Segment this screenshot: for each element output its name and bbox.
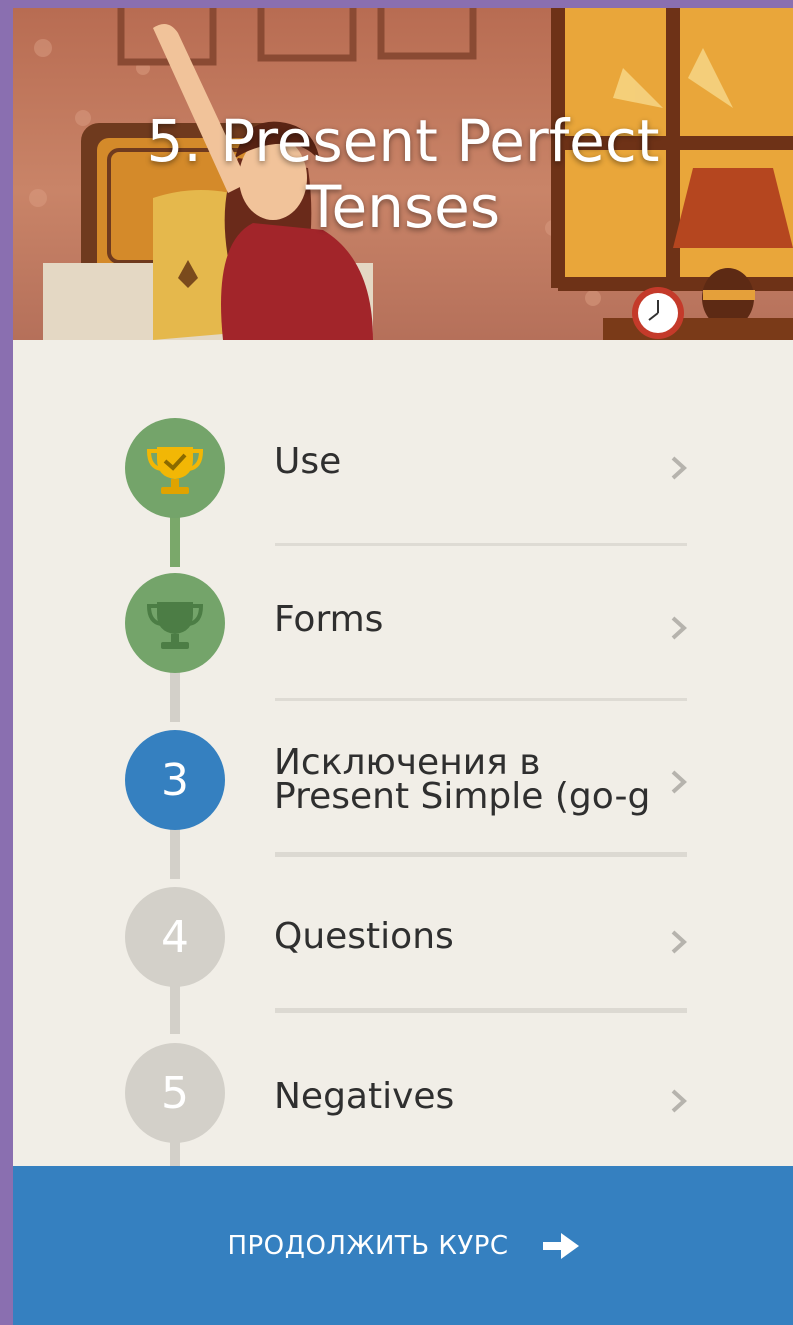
course-title-line1: 5. Present Perfect — [146, 107, 660, 175]
trophy-green-icon — [146, 602, 204, 649]
chevron-right-icon — [671, 770, 687, 794]
course-hero: 5. Present Perfect Tenses — [13, 8, 793, 340]
arrow-right-icon — [542, 1232, 579, 1259]
lesson-step-number: 3 — [161, 754, 189, 806]
lesson-step-2-badge — [125, 573, 225, 673]
lesson-step-4-badge: 4 — [125, 887, 225, 987]
lesson-row-forms[interactable]: Forms — [13, 545, 793, 701]
trophy-gold-check-icon — [146, 447, 204, 494]
lesson-label-line1: Исключения в — [274, 742, 541, 783]
lesson-step-number: 4 — [161, 911, 189, 963]
lesson-row-exceptions[interactable]: 3 Исключения в Present Simple (go-g — [13, 700, 793, 856]
chevron-right-icon — [671, 456, 687, 480]
continue-course-button[interactable]: ПРОДОЛЖИТЬ КУРС — [13, 1166, 793, 1325]
lesson-label: Исключения в Present Simple (go-g — [274, 742, 654, 817]
lesson-step-5-badge: 5 — [125, 1043, 225, 1143]
lesson-row-negatives[interactable]: 5 Negatives — [13, 1013, 793, 1169]
lesson-label-line2: Present Simple (go-g — [274, 776, 651, 817]
course-title: 5. Present Perfect Tenses — [13, 108, 793, 240]
course-title-line2: Tenses — [305, 173, 501, 241]
lesson-row-questions[interactable]: 4 Questions — [13, 857, 793, 1013]
chevron-right-icon — [671, 1089, 687, 1113]
chevron-right-icon — [671, 616, 687, 640]
lesson-label: Forms — [274, 599, 384, 640]
continue-course-label: ПРОДОЛЖИТЬ КУРС — [227, 1230, 509, 1261]
lesson-row-use[interactable]: Use — [13, 390, 793, 546]
lesson-list: Use Forms 3 Исключения в Present Simple … — [13, 340, 793, 1166]
lesson-step-number: 5 — [161, 1067, 189, 1119]
chevron-right-icon — [671, 930, 687, 954]
lesson-label: Questions — [274, 916, 454, 957]
lesson-step-1-badge — [125, 418, 225, 518]
lesson-step-3-badge: 3 — [125, 730, 225, 830]
lesson-label: Use — [274, 441, 342, 482]
app-frame: 5. Present Perfect Tenses Use Forms 3 Ис… — [13, 8, 793, 1325]
lesson-label: Negatives — [274, 1076, 455, 1117]
